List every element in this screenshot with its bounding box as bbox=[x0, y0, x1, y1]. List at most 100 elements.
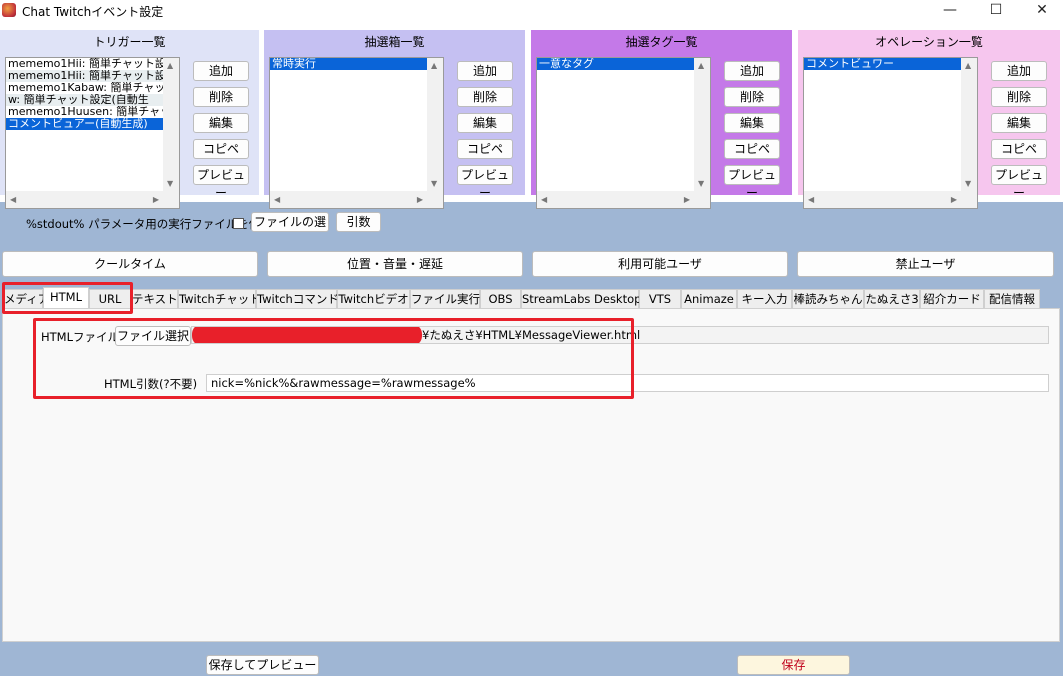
panel-2: 抽選タグ一覧 一意なタグ ▲ ▼ ◀ ▶ 追加 削除 編集 コピペ プレビュー bbox=[531, 30, 792, 209]
list-item[interactable]: mememo1Kabaw: 簡単チャット bbox=[6, 82, 163, 94]
preview-button[interactable]: プレビュー bbox=[991, 165, 1047, 200]
tab-12[interactable]: キー入力 bbox=[737, 289, 792, 308]
title-bar: Chat Twitchイベント設定 — ☐ ✕ bbox=[0, 0, 1063, 22]
preview-button[interactable]: プレビュー bbox=[457, 165, 513, 200]
cooltime-button[interactable]: クールタイム bbox=[2, 251, 258, 277]
tab-16[interactable]: 配信情報 bbox=[984, 289, 1040, 308]
scroll-down-icon[interactable]: ▼ bbox=[965, 179, 971, 188]
window-title: Chat Twitchイベント設定 bbox=[22, 5, 164, 19]
add-button[interactable]: 追加 bbox=[457, 61, 513, 81]
copy-button[interactable]: コピペ bbox=[991, 139, 1047, 159]
position-volume-button[interactable]: 位置・音量・遅延 bbox=[267, 251, 523, 277]
preview-button[interactable]: プレビュー bbox=[193, 165, 249, 200]
tab-10[interactable]: VTS bbox=[639, 289, 681, 308]
tab-6[interactable]: Twitchビデオ bbox=[337, 289, 410, 308]
scroll-up-icon[interactable]: ▲ bbox=[167, 61, 173, 70]
tab-11[interactable]: Animaze bbox=[681, 289, 737, 308]
delete-button[interactable]: 削除 bbox=[457, 87, 513, 107]
preview-button[interactable]: プレビュー bbox=[724, 165, 780, 200]
panel-listbox[interactable]: コメントビュワー ▲ ▼ ◀ ▶ bbox=[803, 57, 978, 209]
vertical-scrollbar[interactable]: ▲ ▼ bbox=[961, 58, 977, 191]
add-button[interactable]: 追加 bbox=[991, 61, 1047, 81]
copy-button[interactable]: コピペ bbox=[457, 139, 513, 159]
tab-4[interactable]: Twitchチャット bbox=[178, 289, 261, 308]
app-icon bbox=[2, 3, 16, 17]
edit-button[interactable]: 編集 bbox=[724, 113, 780, 133]
horizontal-scrollbar[interactable]: ◀ ▶ bbox=[804, 191, 961, 208]
horizontal-scrollbar[interactable]: ◀ ▶ bbox=[537, 191, 694, 208]
tab-14[interactable]: たぬえさ3 bbox=[864, 289, 920, 308]
panel-0: トリガー一覧 mememo1Hii: 簡単チャット設 mememo1Hii: 簡単チ… bbox=[0, 30, 259, 209]
scroll-right-icon[interactable]: ▶ bbox=[951, 195, 957, 204]
scrollbar-corner bbox=[427, 191, 443, 208]
close-icon[interactable]: ✕ bbox=[1022, 0, 1062, 22]
scroll-up-icon[interactable]: ▲ bbox=[698, 61, 704, 70]
add-button[interactable]: 追加 bbox=[193, 61, 249, 81]
list-item[interactable]: コメントビュアー(自動生成) bbox=[6, 118, 163, 130]
minimize-icon[interactable]: — bbox=[930, 0, 970, 22]
scrollbar-corner bbox=[961, 191, 977, 208]
tab-3[interactable]: テキスト bbox=[131, 289, 178, 308]
vertical-scrollbar[interactable]: ▲ ▼ bbox=[163, 58, 179, 191]
scroll-right-icon[interactable]: ▶ bbox=[153, 195, 159, 204]
tab-9[interactable]: StreamLabs Desktop bbox=[521, 289, 641, 308]
scroll-up-icon[interactable]: ▲ bbox=[431, 61, 437, 70]
scroll-right-icon[interactable]: ▶ bbox=[684, 195, 690, 204]
vertical-scrollbar[interactable]: ▲ ▼ bbox=[694, 58, 710, 191]
scroll-left-icon[interactable]: ◀ bbox=[10, 195, 16, 204]
annotation-box-tabs bbox=[2, 282, 133, 314]
copy-button[interactable]: コピペ bbox=[724, 139, 780, 159]
scroll-right-icon[interactable]: ▶ bbox=[417, 195, 423, 204]
panel-title: 抽選箱一覧 bbox=[364, 35, 425, 49]
delete-button[interactable]: 削除 bbox=[991, 87, 1047, 107]
allowed-users-button[interactable]: 利用可能ユーザ bbox=[532, 251, 788, 277]
delete-button[interactable]: 削除 bbox=[724, 87, 780, 107]
panel-3: オペレーション一覧 コメントビュワー ▲ ▼ ◀ ▶ 追加 削除 編集 コピペ プレビュー bbox=[798, 30, 1060, 209]
scroll-down-icon[interactable]: ▼ bbox=[698, 179, 704, 188]
banned-users-button[interactable]: 禁止ユーザ bbox=[797, 251, 1054, 277]
tab-15[interactable]: 紹介カード bbox=[920, 289, 984, 308]
horizontal-scrollbar[interactable]: ◀ ▶ bbox=[270, 191, 427, 208]
scrollbar-corner bbox=[163, 191, 179, 208]
maximize-icon[interactable]: ☐ bbox=[976, 0, 1016, 22]
scroll-up-icon[interactable]: ▲ bbox=[965, 61, 971, 70]
panel-title: オペレーション一覧 bbox=[875, 35, 983, 49]
scroll-left-icon[interactable]: ◀ bbox=[808, 195, 814, 204]
scroll-down-icon[interactable]: ▼ bbox=[431, 179, 437, 188]
copy-button[interactable]: コピペ bbox=[193, 139, 249, 159]
tab-5[interactable]: Twitchコマンド bbox=[256, 289, 339, 308]
save-preview-button[interactable]: 保存してプレビュー bbox=[206, 655, 319, 675]
edit-button[interactable]: 編集 bbox=[991, 113, 1047, 133]
list-item[interactable]: 常時実行 bbox=[270, 58, 427, 70]
list-item[interactable]: w: 簡単チャット設定(自動生 bbox=[6, 94, 163, 106]
annotation-box-html-fields bbox=[33, 318, 634, 399]
tab-13[interactable]: 棒読みちゃん bbox=[792, 289, 864, 308]
scrollbar-corner bbox=[694, 191, 710, 208]
list-item[interactable]: mememo1Hii: 簡単チャット設 bbox=[6, 70, 163, 82]
add-button[interactable]: 追加 bbox=[724, 61, 780, 81]
save-button[interactable]: 保存 bbox=[737, 655, 850, 675]
footer-bar bbox=[0, 642, 1063, 676]
stdout-checkbox[interactable] bbox=[233, 218, 244, 229]
list-item[interactable]: mememo1Hii: 簡単チャット設 bbox=[6, 58, 163, 70]
tab-7[interactable]: ファイル実行 bbox=[410, 289, 480, 308]
vertical-scrollbar[interactable]: ▲ ▼ bbox=[427, 58, 443, 191]
list-item[interactable]: 一意なタグ bbox=[537, 58, 694, 70]
scroll-left-icon[interactable]: ◀ bbox=[541, 195, 547, 204]
panel-1: 抽選箱一覧 常時実行 ▲ ▼ ◀ ▶ 追加 削除 編集 コピペ プレビュー bbox=[264, 30, 525, 209]
panel-listbox[interactable]: 常時実行 ▲ ▼ ◀ ▶ bbox=[269, 57, 444, 209]
edit-button[interactable]: 編集 bbox=[193, 113, 249, 133]
stdout-args-button[interactable]: 引数 bbox=[336, 212, 381, 232]
panel-title: トリガー一覧 bbox=[93, 35, 166, 49]
list-item[interactable]: mememo1Huusen: 簡単チャッ bbox=[6, 106, 163, 118]
list-item[interactable]: コメントビュワー bbox=[804, 58, 961, 70]
tab-8[interactable]: OBS bbox=[480, 289, 521, 308]
panel-listbox[interactable]: 一意なタグ ▲ ▼ ◀ ▶ bbox=[536, 57, 711, 209]
horizontal-scrollbar[interactable]: ◀ ▶ bbox=[6, 191, 163, 208]
delete-button[interactable]: 削除 bbox=[193, 87, 249, 107]
scroll-left-icon[interactable]: ◀ bbox=[274, 195, 280, 204]
scroll-down-icon[interactable]: ▼ bbox=[167, 179, 173, 188]
edit-button[interactable]: 編集 bbox=[457, 113, 513, 133]
stdout-file-button[interactable]: ファイルの選 bbox=[251, 212, 329, 232]
panel-listbox[interactable]: mememo1Hii: 簡単チャット設 mememo1Hii: 簡単チャット設 me… bbox=[5, 57, 180, 209]
